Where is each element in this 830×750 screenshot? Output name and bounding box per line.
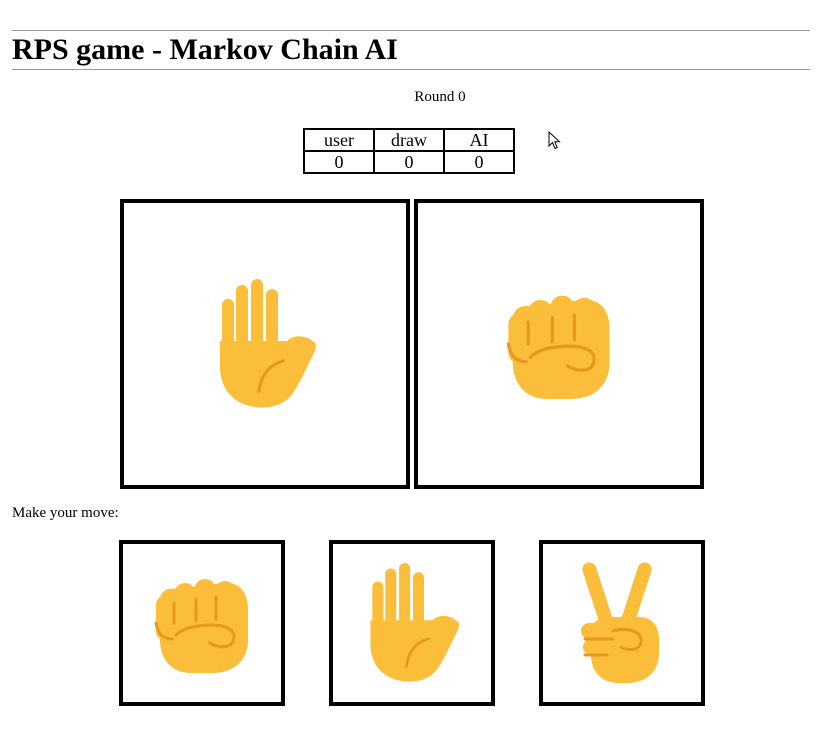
paper-hand-icon [370, 563, 459, 682]
scoreboard-header-row: user draw AI [303, 128, 515, 152]
scissors-victory-hand-icon [581, 562, 659, 683]
user-choice-display [120, 199, 410, 489]
score-ai: 0 [443, 150, 515, 174]
move-prompt: Make your move: [12, 505, 119, 521]
paper-button[interactable] [329, 540, 495, 706]
mouse-cursor-icon [548, 131, 561, 150]
score-draw: 0 [373, 150, 445, 174]
round-counter: Round 0 [414, 89, 466, 105]
scoreboard-value-row: 0 0 0 [303, 150, 515, 174]
score-header-draw: draw [373, 128, 445, 152]
scissors-button[interactable] [539, 540, 705, 706]
raised-hand-icon [220, 279, 316, 408]
score-header-user: user [303, 128, 375, 152]
rock-button[interactable] [119, 540, 285, 706]
page-title: RPS game - Markov Chain AI [12, 33, 398, 66]
rock-fist-icon [154, 579, 248, 673]
ai-choice-display [414, 199, 704, 489]
score-header-ai: AI [443, 128, 515, 152]
raised-fist-icon [506, 295, 610, 399]
scoreboard: user draw AI 0 0 0 [303, 128, 515, 174]
score-user: 0 [303, 150, 375, 174]
title-rule-bottom [12, 69, 810, 70]
title-rule-top [12, 30, 810, 31]
